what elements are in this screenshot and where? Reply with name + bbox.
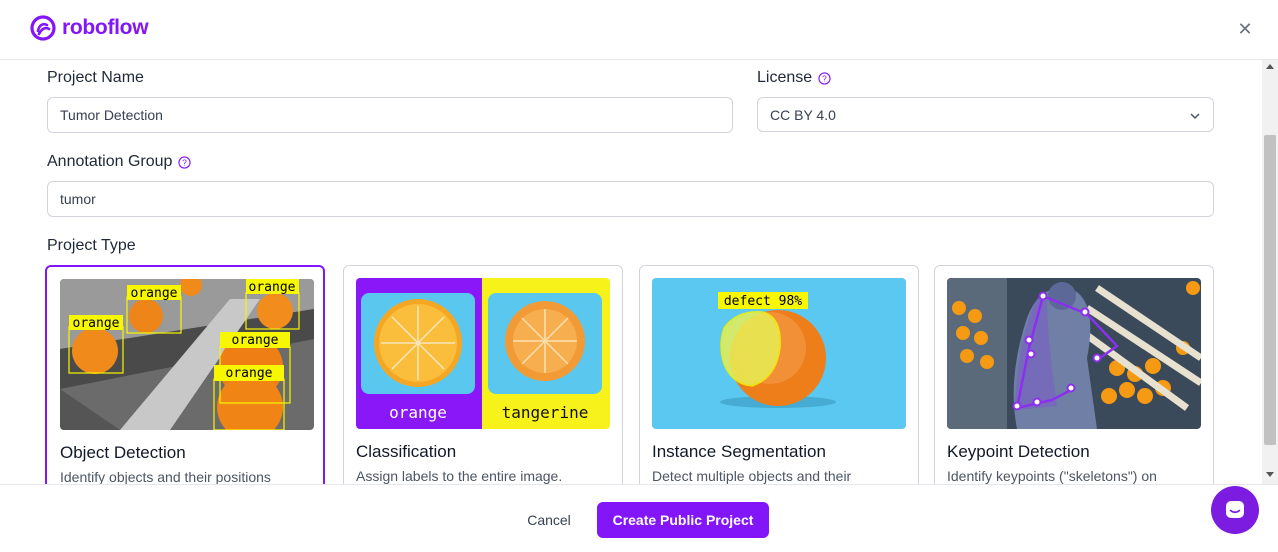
roboflow-logo: roboflow [30, 15, 149, 41]
license-label-text: License [757, 69, 813, 86]
annotation-group-label: Annotation Group ? [47, 153, 192, 171]
create-public-project-button[interactable]: Create Public Project [597, 502, 769, 538]
license-value: CC BY 4.0 [770, 106, 836, 123]
class-label: orange [389, 403, 447, 422]
chat-icon [1226, 501, 1244, 518]
detection-label: orange [73, 316, 120, 331]
license-label: License ? [757, 69, 831, 87]
object-detection-illustration: orange orange orange orange orange [60, 279, 314, 430]
annotation-group-value: tumor [60, 191, 96, 207]
modal-header: roboflow ✕ [0, 0, 1278, 60]
cancel-button[interactable]: Cancel [512, 502, 586, 538]
class-label: tangerine [502, 403, 589, 422]
scroll-up-arrow-icon[interactable] [1266, 64, 1274, 69]
card-description: Assign labels to the entire image. [356, 468, 563, 484]
chat-support-button[interactable] [1211, 486, 1259, 534]
roboflow-logo-icon [30, 15, 56, 41]
project-name-label-text: Project Name [47, 69, 144, 86]
project-name-value: Tumor Detection [60, 107, 163, 123]
card-description: Identify keypoints ("skeletons") on [947, 468, 1157, 484]
detection-label: orange [226, 366, 273, 381]
project-type-label: Project Type [47, 237, 136, 255]
detection-label: orange [249, 280, 296, 295]
project-name-label: Project Name [47, 69, 144, 87]
keypoint-detection-illustration [947, 278, 1201, 429]
instance-segmentation-illustration: defect 98% [652, 278, 906, 429]
project-type-card-instance-segmentation[interactable]: defect 98% Instance Segmentation Detect … [639, 265, 919, 484]
segmentation-label: defect 98% [724, 294, 802, 309]
svg-text:?: ? [822, 73, 827, 83]
annotation-group-input[interactable]: tumor [47, 181, 1214, 217]
classification-illustration: orange tangerine [356, 278, 610, 429]
project-type-label-text: Project Type [47, 237, 136, 254]
project-type-card-classification[interactable]: orange tangerine Classification Assign l… [343, 265, 623, 484]
svg-text:?: ? [183, 157, 188, 167]
detection-label: orange [131, 286, 178, 301]
help-circle-icon[interactable]: ? [818, 71, 831, 85]
license-select[interactable]: CC BY 4.0 [757, 97, 1214, 132]
modal-footer: Cancel Create Public Project [0, 484, 1278, 552]
card-title: Object Detection [60, 443, 186, 462]
close-icon[interactable]: ✕ [1236, 20, 1254, 38]
card-description: Detect multiple objects and their [652, 468, 852, 484]
card-title: Instance Segmentation [652, 442, 826, 461]
scroll-thumb[interactable] [1264, 135, 1276, 445]
project-name-input[interactable]: Tumor Detection [47, 97, 733, 133]
help-circle-icon[interactable]: ? [178, 155, 192, 169]
modal-body: Project Name Tumor Detection License ? C… [0, 60, 1262, 484]
project-type-card-keypoint-detection[interactable]: Keypoint Detection Identify keypoints ("… [934, 265, 1214, 484]
scroll-down-arrow-icon[interactable] [1266, 472, 1274, 477]
brand-name: roboflow [62, 16, 149, 39]
annotation-group-label-text: Annotation Group [47, 153, 173, 170]
chevron-down-icon [1190, 113, 1200, 120]
card-title: Classification [356, 442, 457, 461]
card-description: Identify objects and their positions [60, 469, 271, 484]
project-type-card-object-detection[interactable]: orange orange orange orange orange Objec… [45, 265, 325, 484]
card-title: Keypoint Detection [947, 442, 1090, 461]
vertical-scrollbar[interactable] [1262, 60, 1278, 484]
detection-label: orange [232, 333, 279, 348]
